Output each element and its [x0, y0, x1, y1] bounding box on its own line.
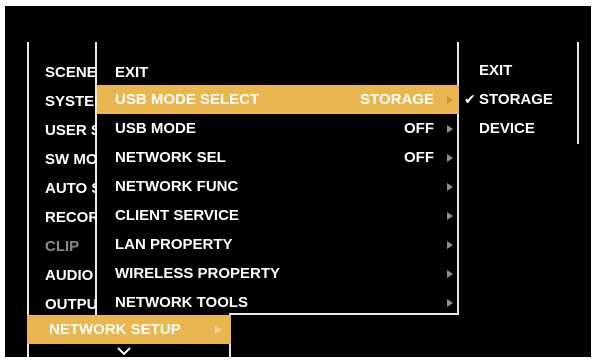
left-menu-item-user[interactable]: USER SW — [27, 116, 97, 145]
submenu-arrow-icon — [447, 241, 453, 249]
menu-item-label: WIRELESS PROPERTY — [115, 265, 281, 282]
left-menu-item-auto[interactable]: AUTO SW — [27, 174, 97, 203]
left-menu-item-label: AUTO SW — [45, 180, 97, 197]
menu-item-label: NETWORK FUNC — [115, 178, 239, 195]
option-label: EXIT — [479, 62, 513, 79]
menu-item-exit[interactable]: EXIT — [97, 58, 459, 87]
menu-item-usb-mode-select[interactable]: USB MODE SELECT STORAGE — [97, 85, 459, 114]
menu-item-label: LAN PROPERTY — [115, 236, 233, 253]
menu-item-label: USB MODE — [115, 120, 196, 137]
submenu-arrow-icon — [447, 154, 453, 162]
left-menu-item-recording[interactable]: RECORDING — [27, 203, 97, 232]
left-menu-item-label: NETWORK SETUP — [49, 321, 181, 338]
submenu-arrow-icon — [447, 183, 453, 191]
left-menu-item-system[interactable]: SYSTEM — [27, 87, 97, 116]
option-label: STORAGE — [479, 91, 553, 108]
left-menu-item-audio[interactable]: AUDIO — [27, 261, 97, 290]
option-device[interactable]: DEVICE — [459, 114, 585, 143]
left-menu-item-sw-mode[interactable]: SW MODE — [27, 145, 97, 174]
left-menu-border-bottom — [27, 342, 29, 357]
left-menu-item-scene[interactable]: SCENE FILE — [27, 58, 97, 87]
chevron-down-icon[interactable] — [117, 344, 131, 357]
submenu-arrow-icon — [447, 96, 453, 104]
option-storage[interactable]: ✔ STORAGE — [459, 85, 585, 114]
menu-item-network-tools[interactable]: NETWORK TOOLS — [97, 288, 459, 317]
menu-item-network-func[interactable]: NETWORK FUNC — [97, 172, 459, 201]
menu-item-value: OFF — [404, 149, 434, 166]
left-menu-item-label: AUDIO — [45, 267, 94, 284]
camera-menu-screen: SCENE FILE SYSTEM USER SW SW MODE AUTO S… — [5, 6, 591, 357]
menu-item-value: STORAGE — [360, 91, 434, 108]
left-menu-item-label: SYSTEM — [45, 93, 97, 110]
menu-item-value: OFF — [404, 120, 434, 137]
submenu-arrow-icon — [447, 299, 453, 307]
submenu-arrow-icon — [447, 270, 453, 278]
menu-item-label: CLIENT SERVICE — [115, 207, 239, 224]
menu-item-network-sel[interactable]: NETWORK SEL OFF — [97, 143, 459, 172]
left-menu-item-label: USER SW — [45, 122, 97, 139]
left-menu-item-network-setup[interactable]: NETWORK SETUP — [27, 315, 231, 344]
menu-item-usb-mode[interactable]: USB MODE OFF — [97, 114, 459, 143]
left-menu-item-label: SW MODE — [45, 151, 97, 168]
left-menu-item-label: OUTPUT — [45, 296, 97, 313]
submenu-arrow-icon — [447, 212, 453, 220]
menu-item-label: EXIT — [115, 64, 149, 81]
menu-item-label: NETWORK TOOLS — [115, 294, 249, 311]
menu-item-label: USB MODE SELECT — [115, 91, 260, 108]
submenu-arrow-icon — [447, 125, 453, 133]
left-menu-item-label: SCENE FILE — [45, 64, 97, 81]
option-label: DEVICE — [479, 120, 535, 137]
left-menu-item-label: RECORDING — [45, 209, 97, 226]
menu-item-client-service[interactable]: CLIENT SERVICE — [97, 201, 459, 230]
left-menu-item-label: CLIP — [45, 238, 80, 255]
menu-item-label: NETWORK SEL — [115, 149, 226, 166]
submenu-arrow-icon — [215, 326, 221, 334]
option-exit[interactable]: EXIT — [459, 56, 585, 85]
menu-item-wireless-property[interactable]: WIRELESS PROPERTY — [97, 259, 459, 288]
checkmark-icon: ✔ — [464, 91, 476, 107]
menu-item-lan-property[interactable]: LAN PROPERTY — [97, 230, 459, 259]
left-menu-item-clip: CLIP — [27, 232, 97, 261]
